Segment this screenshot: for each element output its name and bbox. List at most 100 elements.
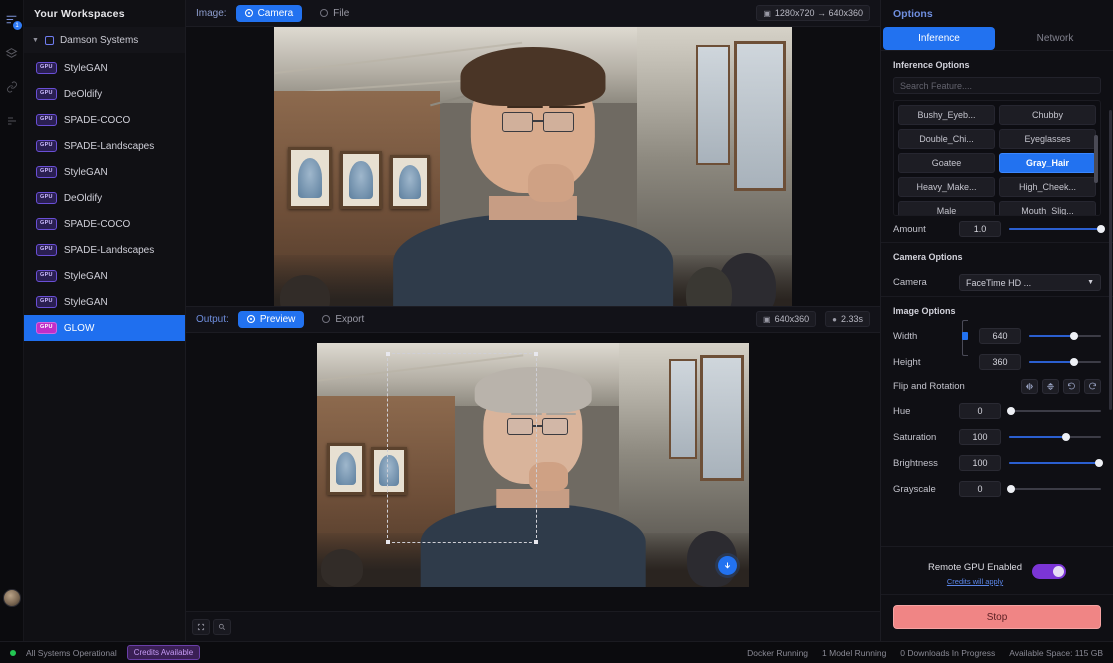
feature-button[interactable]: Eyeglasses <box>999 129 1096 149</box>
feature-list[interactable]: Bushy_Eyeb... Chubby Double_Chi... Eyeglass… <box>893 100 1101 216</box>
input-source-file[interactable]: File <box>311 5 358 22</box>
hand <box>527 164 575 203</box>
hand <box>528 462 568 492</box>
flip-horizontal-icon[interactable] <box>1021 379 1038 394</box>
input-source-camera[interactable]: Camera <box>235 4 303 22</box>
output-mode-export[interactable]: Export <box>313 311 373 328</box>
remote-gpu-subtitle[interactable]: Credits will apply <box>928 577 1022 586</box>
hue-value[interactable]: 0 <box>959 403 1001 419</box>
feature-button[interactable]: Goatee <box>898 153 995 173</box>
flip-vertical-icon[interactable] <box>1042 379 1059 394</box>
rotate-right-icon[interactable] <box>1084 379 1101 394</box>
eyeglass-bridge <box>533 425 542 428</box>
rotate-left-icon[interactable] <box>1063 379 1080 394</box>
feature-button[interactable]: Bushy_Eyeb... <box>898 105 995 125</box>
notifications-icon[interactable]: 1 <box>2 8 23 31</box>
stop-button[interactable]: Stop <box>893 605 1101 629</box>
workspace-group-damson-systems[interactable]: ▼ Damson Systems <box>24 27 185 53</box>
camera-options-title: Camera Options <box>893 252 963 262</box>
gpu-badge: GPU <box>36 270 57 282</box>
amount-value[interactable]: 1.0 <box>959 221 1001 237</box>
brightness-slider[interactable] <box>1009 456 1104 470</box>
action-section: Stop <box>881 594 1113 641</box>
output-label: Output: <box>196 313 229 325</box>
queue-icon[interactable] <box>2 110 22 132</box>
workspace-item[interactable]: GPU SPADE-Landscapes <box>24 133 185 159</box>
remote-gpu-toggle[interactable] <box>1032 564 1066 579</box>
height-slider[interactable] <box>1029 355 1101 369</box>
grayscale-row: Grayscale 0 <box>881 476 1113 502</box>
feature-button[interactable]: Chubby <box>999 105 1096 125</box>
feature-button[interactable]: High_Cheek... <box>999 177 1096 197</box>
grayscale-slider[interactable] <box>1006 482 1101 496</box>
gpu-badge: GPU <box>36 244 57 256</box>
brightness-value[interactable]: 100 <box>959 455 1001 471</box>
height-row: Height 360 <box>881 349 1113 375</box>
feature-button[interactable]: Mouth_Slig... <box>999 201 1096 215</box>
workspace-item[interactable]: GPU StyleGAN <box>24 263 185 289</box>
workspace-item[interactable]: GPU SPADE-Landscapes <box>24 237 185 263</box>
workspace-item-label: StyleGAN <box>63 62 108 74</box>
zoom-view-button[interactable] <box>213 618 231 635</box>
tab-network[interactable]: Network <box>999 27 1111 50</box>
output-resolution-badge: ▣ 640x360 <box>756 311 817 327</box>
sidebar-title: Your Workspaces <box>34 7 125 20</box>
input-photo <box>274 27 792 306</box>
workspace-item[interactable]: GPU SPADE-COCO <box>24 211 185 237</box>
workspace-item[interactable]: GPU StyleGAN <box>24 159 185 185</box>
output-preview-stage[interactable] <box>186 332 880 611</box>
feature-button[interactable]: Gray_Hair <box>999 153 1096 173</box>
download-button[interactable] <box>718 555 737 575</box>
search-input[interactable]: Search Feature.... <box>893 77 1101 94</box>
link-icon[interactable] <box>2 76 22 98</box>
feature-button[interactable]: Double_Chi... <box>898 129 995 149</box>
remote-gpu-section: Remote GPU Enabled Credits will apply <box>881 546 1113 594</box>
neck <box>496 488 570 509</box>
chevron-down-icon: ▼ <box>1087 279 1094 286</box>
output-time-badge: ● 2.33s <box>825 311 870 327</box>
workspace-item[interactable]: GPU GLOW <box>24 315 185 341</box>
workspace-item[interactable]: GPU DeOldify <box>24 185 185 211</box>
subject-person <box>274 27 792 306</box>
saturation-row: Saturation 100 <box>881 424 1113 450</box>
feature-button[interactable]: Heavy_Make... <box>898 177 995 197</box>
workspace-item-label: SPADE-COCO <box>63 218 131 230</box>
workspace-item-label: SPADE-Landscapes <box>63 244 155 256</box>
workspace-item[interactable]: GPU StyleGAN <box>24 55 185 81</box>
width-value[interactable]: 640 <box>979 328 1021 344</box>
hue-slider[interactable] <box>1006 404 1101 418</box>
aspect-lock-icon[interactable] <box>959 320 971 356</box>
height-value[interactable]: 360 <box>979 354 1021 370</box>
width-slider[interactable] <box>1029 329 1101 343</box>
input-canvas[interactable] <box>274 27 792 306</box>
workspace-item[interactable]: GPU DeOldify <box>24 81 185 107</box>
radio-icon <box>320 9 329 17</box>
output-mode-preview[interactable]: Preview <box>237 310 305 328</box>
feature-button[interactable]: Male <box>898 201 995 215</box>
feature-list-scrollbar[interactable] <box>1094 135 1098 183</box>
tab-inference[interactable]: Inference <box>883 27 995 50</box>
chevron-down-icon[interactable]: ▼ <box>32 37 39 44</box>
eyeglass-lens <box>501 111 533 133</box>
status-badge[interactable]: Credits Available <box>126 645 201 660</box>
options-scrollbar[interactable] <box>1109 110 1112 410</box>
input-preview-stage[interactable] <box>186 27 880 306</box>
fit-view-button[interactable] <box>192 618 210 635</box>
output-canvas[interactable] <box>317 342 749 587</box>
grayscale-label: Grayscale <box>893 483 936 495</box>
saturation-slider[interactable] <box>1009 430 1101 444</box>
amount-slider[interactable] <box>1009 222 1105 236</box>
models-icon[interactable] <box>2 42 22 64</box>
radio-icon <box>244 9 253 17</box>
workspace-item[interactable]: GPU StyleGAN <box>24 289 185 315</box>
options-title: Options <box>893 7 933 20</box>
avatar[interactable] <box>3 589 21 607</box>
gpu-badge: GPU <box>36 218 57 230</box>
workspace-item[interactable]: GPU SPADE-COCO <box>24 107 185 133</box>
aspect-lock-spacer <box>959 355 971 369</box>
grayscale-value[interactable]: 0 <box>959 481 1001 497</box>
eyeglass-lens <box>541 418 568 436</box>
camera-select[interactable]: FaceTime HD ... ▼ <box>959 274 1101 291</box>
options-panel: Options Inference Network Inference Opti… <box>880 0 1113 641</box>
saturation-value[interactable]: 100 <box>959 429 1001 445</box>
